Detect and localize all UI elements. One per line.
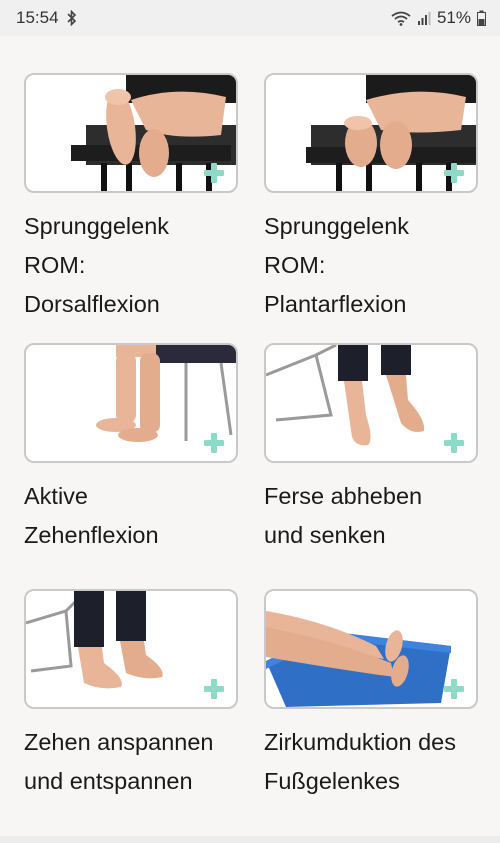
exercise-card[interactable]: Sprunggelenk ROM: Plantarflexion (264, 73, 478, 343)
exercise-grid: Sprunggelenk ROM: Dorsalflexion Sprungge… (24, 73, 480, 835)
exercise-thumbnail (24, 73, 238, 193)
wifi-icon (391, 11, 411, 26)
exercise-card[interactable]: Aktive Zehenflexion (24, 343, 238, 589)
exercise-thumbnail (264, 589, 478, 709)
exercise-card[interactable]: Zirkumduktion des Fußgelenkes (264, 589, 478, 835)
exercise-card[interactable]: Sprunggelenk ROM: Dorsalflexion (24, 73, 238, 343)
add-icon[interactable] (444, 679, 464, 699)
add-icon[interactable] (204, 679, 224, 699)
add-icon[interactable] (444, 433, 464, 453)
exercise-title: Sprunggelenk ROM: Dorsalflexion (24, 213, 170, 317)
exercise-title: Aktive Zehenflexion (24, 483, 159, 548)
exercise-thumbnail (264, 343, 478, 463)
bluetooth-icon (66, 10, 76, 26)
exercise-thumbnail (264, 73, 478, 193)
exercise-card[interactable]: Zehen anspannen und entspannen (24, 589, 238, 835)
exercise-card[interactable]: Ferse abheben und senken (264, 343, 478, 589)
exercise-thumbnail (24, 343, 238, 463)
bottom-divider (0, 836, 500, 843)
status-time: 15:54 (16, 8, 59, 27)
exercise-title: Sprunggelenk ROM: Plantarflexion (264, 213, 410, 317)
status-bar: 15:54 51% (0, 0, 500, 36)
add-icon[interactable] (204, 433, 224, 453)
battery-icon (477, 10, 486, 26)
exercise-title: Zehen anspannen und entspannen (24, 729, 214, 794)
add-icon[interactable] (204, 163, 224, 183)
exercise-thumbnail (24, 589, 238, 709)
add-icon[interactable] (444, 163, 464, 183)
exercise-title: Ferse abheben und senken (264, 483, 423, 548)
signal-icon (417, 12, 431, 25)
exercise-title: Zirkumduktion des Fußgelenkes (264, 729, 456, 794)
battery-percent: 51% (436, 8, 471, 27)
